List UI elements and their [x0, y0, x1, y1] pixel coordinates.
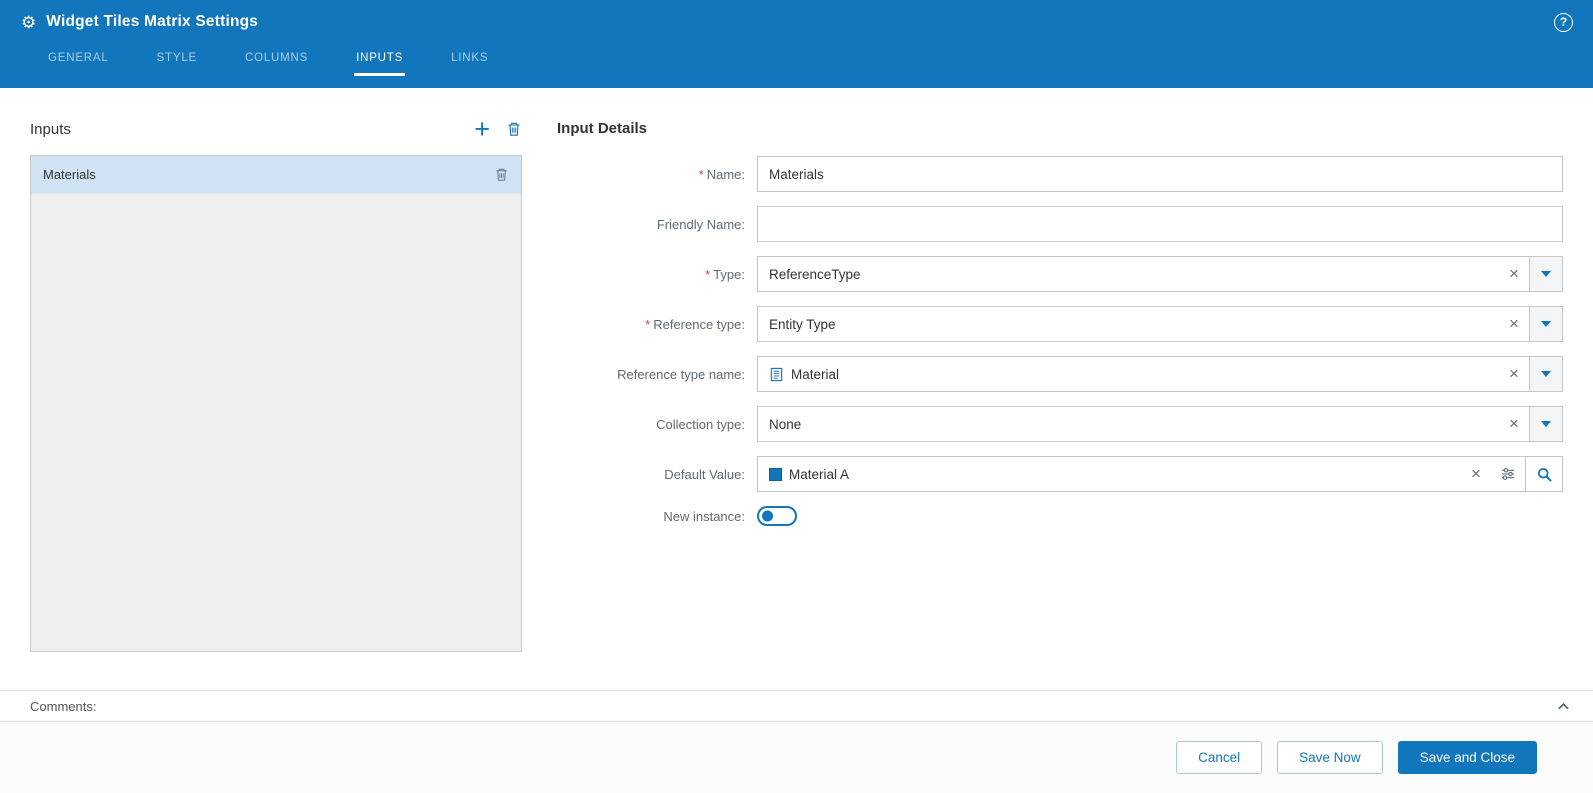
- footer-actions: Cancel Save Now Save and Close: [0, 722, 1593, 793]
- search-button[interactable]: [1525, 457, 1562, 491]
- filter-sliders-button[interactable]: [1491, 457, 1525, 491]
- clear-icon[interactable]: ×: [1499, 307, 1529, 341]
- tab-links[interactable]: LINKS: [449, 44, 490, 76]
- widget-settings-dialog: ⚙ Widget Tiles Matrix Settings ? GENERAL…: [0, 0, 1593, 793]
- type-value: ReferenceType: [769, 266, 861, 282]
- type-combo[interactable]: ReferenceType ×: [757, 256, 1563, 292]
- gear-icon: ⚙: [21, 12, 37, 32]
- inputs-panel: Inputs + Materials: [30, 116, 522, 690]
- default-value-value: Material A: [758, 467, 1461, 482]
- save-now-button[interactable]: Save Now: [1277, 741, 1383, 774]
- default-value-label: Default Value:: [664, 466, 745, 482]
- reference-type-name-combo[interactable]: Material ×: [757, 356, 1563, 392]
- material-swatch-icon: [769, 467, 782, 481]
- list-item-materials[interactable]: Materials: [31, 156, 521, 194]
- input-details-panel: Input Details *Name: Friendly Name: *Typ…: [557, 116, 1563, 690]
- collection-type-combo[interactable]: None ×: [757, 406, 1563, 442]
- page-title: Widget Tiles Matrix Settings: [46, 13, 259, 30]
- form-row-friendly-name: Friendly Name:: [557, 206, 1563, 242]
- default-value-picker[interactable]: Material A ×: [757, 456, 1563, 492]
- chevron-down-icon: [1541, 321, 1551, 327]
- name-field[interactable]: [758, 157, 1562, 191]
- form-row-collection-type: Collection type: None ×: [557, 406, 1563, 442]
- clear-icon[interactable]: ×: [1461, 457, 1491, 491]
- chevron-down-icon: [1541, 421, 1551, 427]
- required-marker: *: [645, 316, 651, 332]
- form-row-type: * Type: ReferenceType ×: [557, 256, 1563, 292]
- new-instance-label: New instance:: [663, 508, 745, 524]
- required-marker: *: [698, 166, 704, 182]
- clear-icon[interactable]: ×: [1499, 257, 1529, 291]
- document-list-icon: [770, 367, 783, 381]
- reference-type-value: Entity Type: [769, 316, 836, 332]
- inputs-panel-header: Inputs +: [30, 116, 522, 143]
- inputs-panel-actions: +: [474, 116, 522, 143]
- chevron-up-icon: [1558, 702, 1569, 709]
- tab-general[interactable]: GENERAL: [46, 44, 111, 76]
- form-row-reference-type-name: Reference type name: Material ×: [557, 356, 1563, 392]
- comments-bar: Comments:: [0, 690, 1593, 722]
- friendly-name-field-wrap: [757, 206, 1563, 242]
- type-dropdown-button[interactable]: [1529, 257, 1562, 291]
- collection-type-value: None: [769, 416, 802, 432]
- magnifier-icon: [1537, 467, 1552, 482]
- cancel-button[interactable]: Cancel: [1176, 741, 1263, 774]
- title-row: ⚙ Widget Tiles Matrix Settings ?: [0, 0, 1593, 44]
- trash-icon: [508, 122, 520, 136]
- required-marker: *: [705, 266, 711, 282]
- comments-label: Comments:: [30, 698, 97, 714]
- reference-type-dropdown-button[interactable]: [1529, 307, 1562, 341]
- tab-columns[interactable]: COLUMNS: [243, 44, 310, 76]
- tab-style[interactable]: STYLE: [155, 44, 199, 76]
- friendly-name-label: Friendly Name:: [656, 216, 745, 232]
- main-content: Inputs + Materials Input Details * Name:…: [0, 88, 1593, 690]
- toggle-knob: [762, 510, 773, 522]
- chevron-down-icon: [1541, 271, 1551, 277]
- reference-type-name-value: Material: [758, 367, 1499, 382]
- collapse-comments-button[interactable]: [1556, 699, 1571, 714]
- tab-inputs[interactable]: INPUTS: [354, 44, 406, 76]
- clear-icon[interactable]: ×: [1499, 407, 1529, 441]
- list-item-label: Materials: [43, 167, 96, 182]
- titlebar: ⚙ Widget Tiles Matrix Settings ? GENERAL…: [0, 0, 1593, 88]
- form-row-reference-type: * Reference type: Entity Type ×: [557, 306, 1563, 342]
- form-row-new-instance: New instance:: [557, 506, 1563, 526]
- input-details-title: Input Details: [557, 120, 648, 137]
- new-instance-toggle[interactable]: [757, 506, 797, 526]
- name-label: * Name:: [698, 166, 745, 182]
- delete-row-button[interactable]: [494, 167, 509, 182]
- inputs-list: Materials: [30, 155, 522, 652]
- reference-type-combo[interactable]: Entity Type ×: [757, 306, 1563, 342]
- trash-icon: [496, 168, 507, 181]
- add-input-button[interactable]: +: [474, 116, 490, 143]
- form-row-name: * Name:: [557, 156, 1563, 192]
- type-label: * Type:: [705, 266, 745, 282]
- chevron-down-icon: [1541, 371, 1551, 377]
- form-row-default-value: Default Value: Material A ×: [557, 456, 1563, 492]
- filter-sliders-icon: [1502, 468, 1514, 480]
- inputs-panel-title: Inputs: [30, 120, 71, 138]
- clear-icon[interactable]: ×: [1499, 357, 1529, 391]
- tab-bar: GENERAL STYLE COLUMNS INPUTS LINKS: [0, 44, 1593, 88]
- friendly-name-field[interactable]: [758, 207, 1562, 241]
- name-field-wrap: [757, 156, 1563, 192]
- reference-type-label: * Reference type:: [645, 316, 745, 332]
- save-and-close-button[interactable]: Save and Close: [1397, 741, 1537, 774]
- reference-type-name-dropdown-button[interactable]: [1529, 357, 1562, 391]
- reference-type-name-label: Reference type name:: [617, 366, 745, 382]
- help-icon[interactable]: ?: [1554, 12, 1573, 32]
- collection-type-dropdown-button[interactable]: [1529, 407, 1562, 441]
- collection-type-label: Collection type:: [656, 416, 745, 432]
- delete-input-button[interactable]: [506, 121, 522, 137]
